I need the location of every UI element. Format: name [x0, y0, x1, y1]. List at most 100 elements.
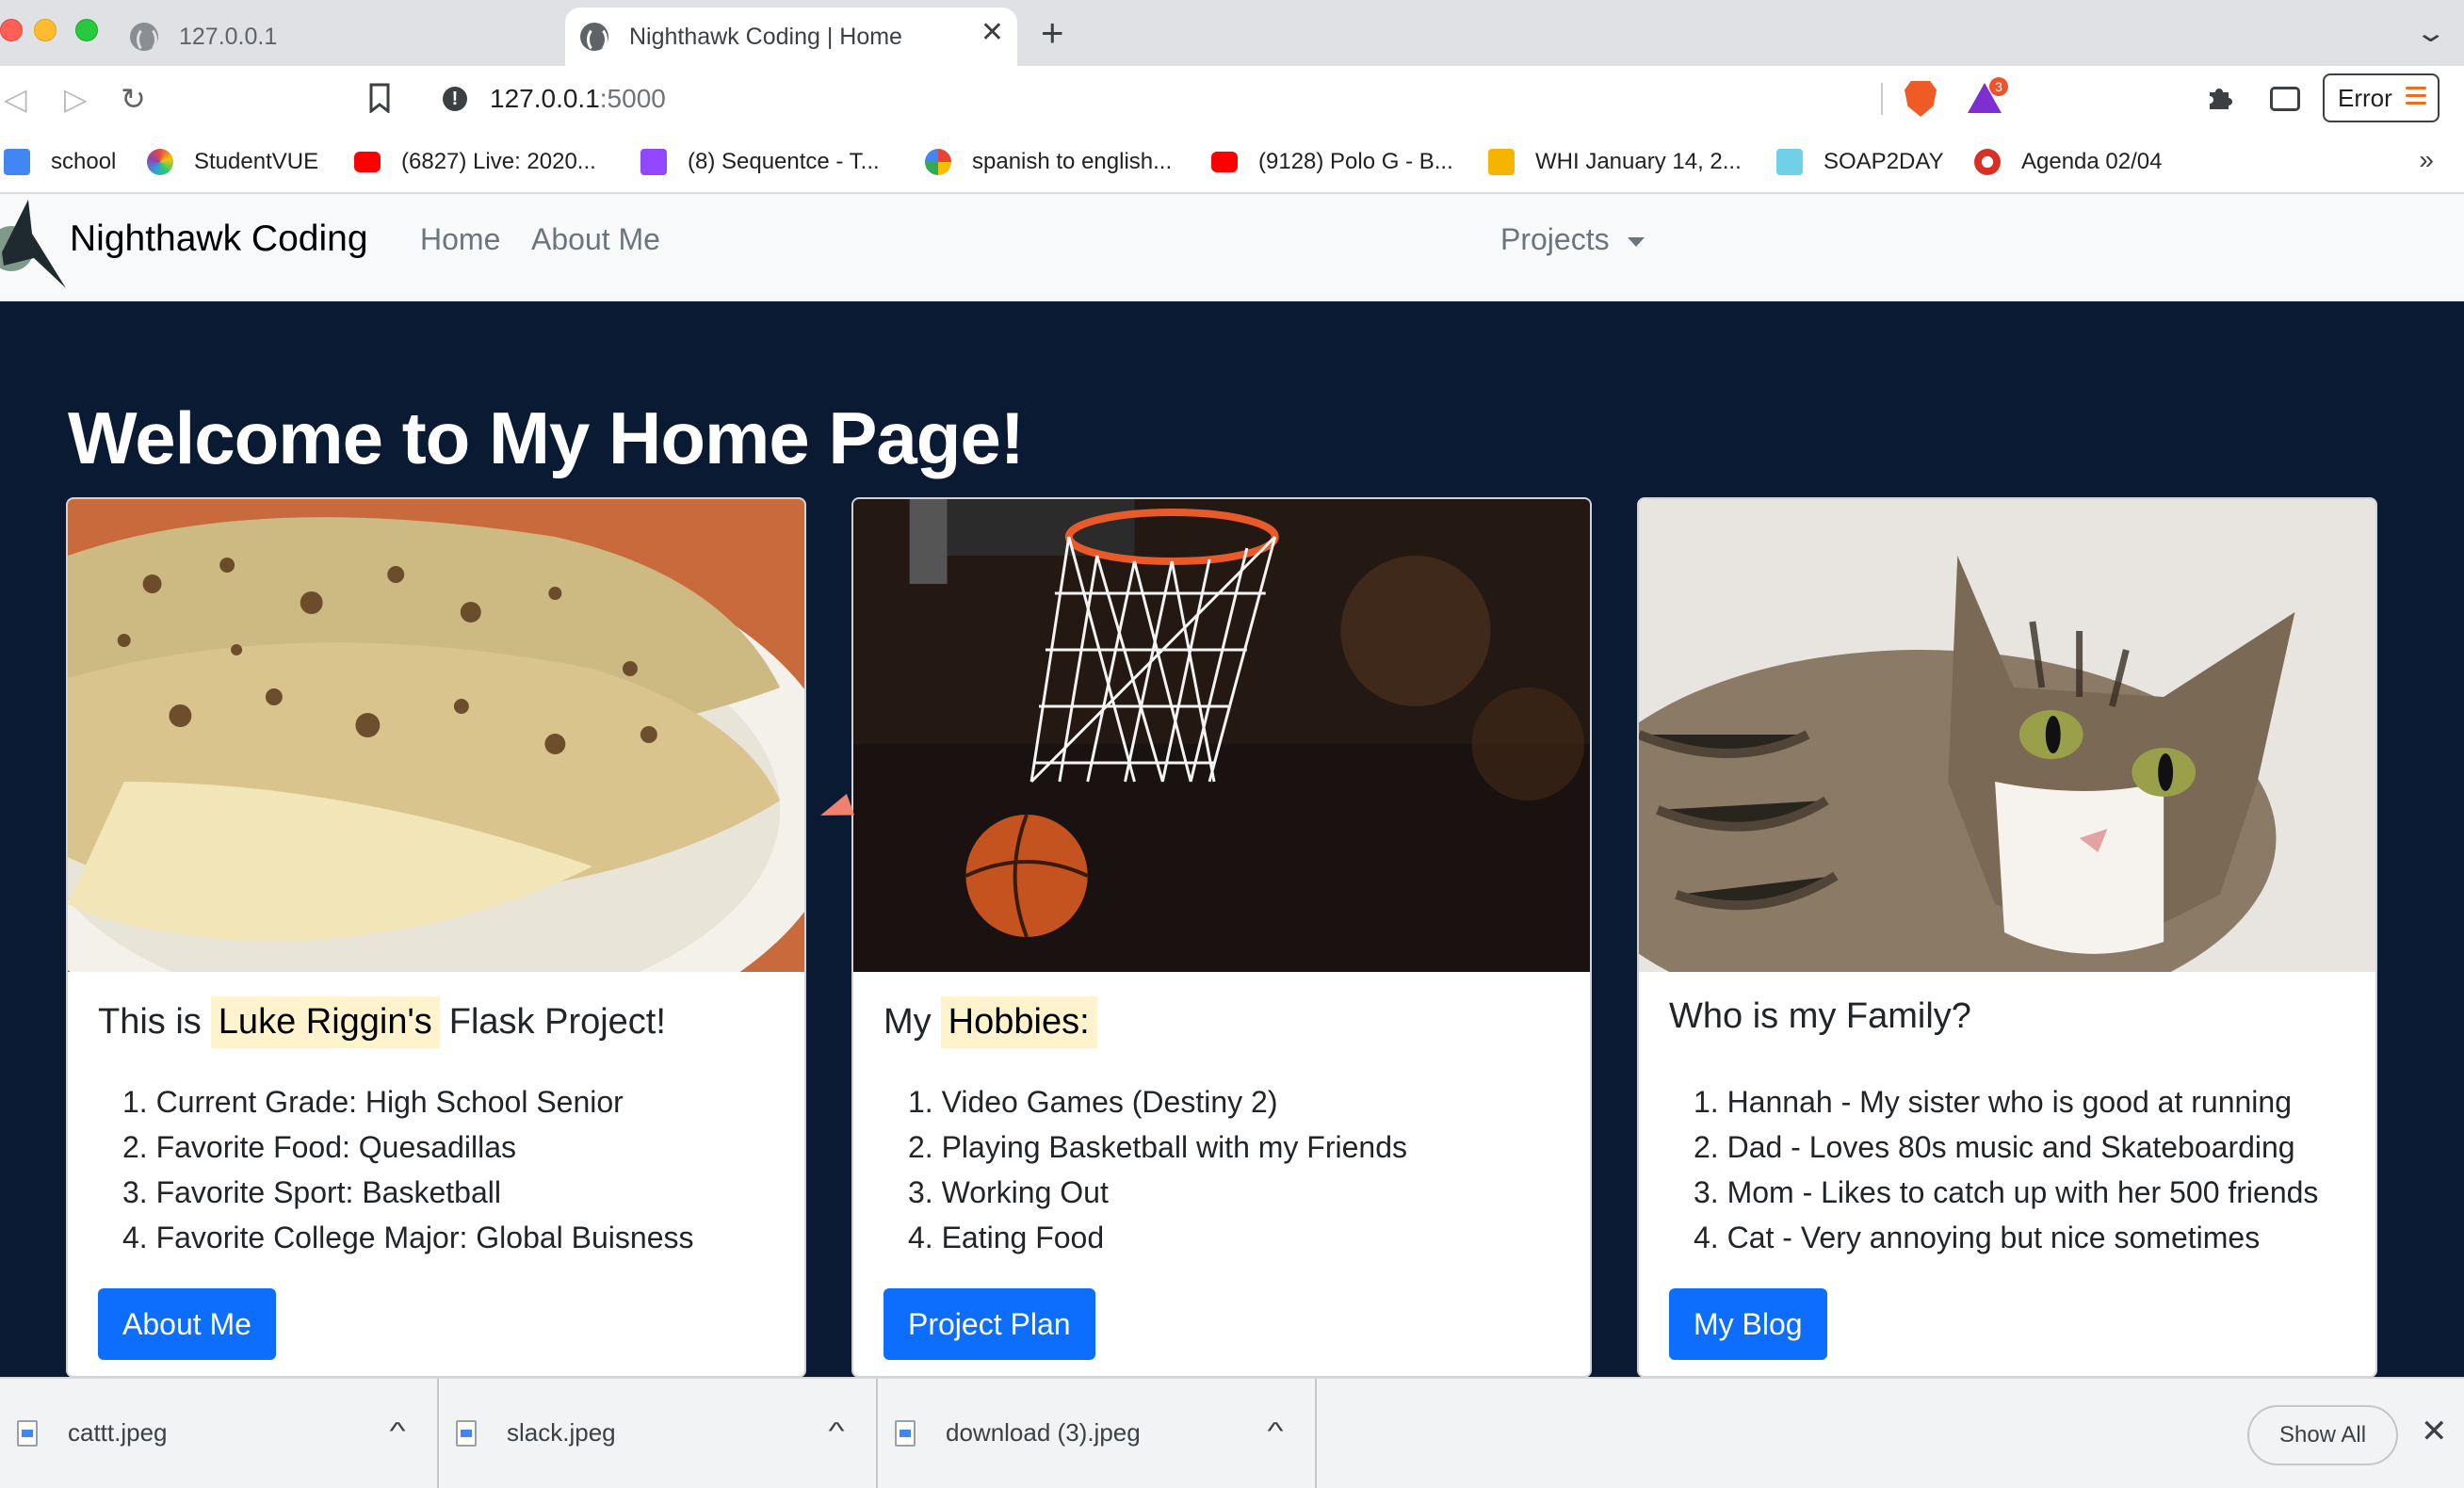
reload-icon[interactable]: ↻ [121, 83, 146, 115]
title-text: Flask Project! [448, 1002, 666, 1042]
browser-tab-bar: 127.0.0.1 Nighthawk Coding | Home ✕ + ⌄ [0, 0, 2464, 66]
project-plan-button[interactable]: Project Plan [883, 1288, 1095, 1360]
card-title: Who is my Family? [1669, 996, 1971, 1037]
list-item: 4. Favorite College Major: Global Buisne… [122, 1221, 694, 1254]
bookmark-agenda[interactable]: Agenda 02/04 [1974, 143, 2162, 181]
download-filename: slack.jpeg [507, 1418, 616, 1447]
bookmark-twitch[interactable]: (8) Sequentce - T... [640, 143, 880, 181]
list-item: 4. Cat - Very annoying but nice sometime… [1694, 1221, 2261, 1254]
title-text: Who is my Family? [1669, 996, 1971, 1036]
list-item: 3. Working Out [908, 1175, 1109, 1209]
basketball-hoop-photo [853, 499, 1590, 972]
nav-home-link[interactable]: Home [420, 222, 500, 257]
nighthawk-logo-icon[interactable] [0, 196, 68, 294]
google-icon [925, 149, 951, 175]
tab-title: 127.0.0.1 [179, 23, 278, 50]
bookmark-label: WHI January 14, 2... [1535, 149, 1742, 174]
download-filename: cattt.jpeg [68, 1418, 168, 1447]
my-blog-button[interactable]: My Blog [1669, 1288, 1827, 1360]
card-list: 1. Current Grade: High School Senior 2. … [122, 1079, 694, 1260]
twitch-icon [640, 149, 667, 175]
site-info-icon[interactable]: ! [443, 87, 467, 111]
show-all-button[interactable]: Show All [2247, 1405, 2398, 1465]
bookmark-soap2day[interactable]: SOAP2DAY [1776, 143, 1944, 181]
bookmark-youtube-live[interactable]: (6827) Live: 2020... [354, 143, 596, 181]
download-item[interactable]: download (3).jpeg ^ [878, 1379, 1317, 1488]
list-item: 1. Video Games (Destiny 2) [908, 1085, 1278, 1119]
list-item: 1. Hannah - My sister who is good at run… [1694, 1085, 2292, 1119]
agenda-icon [1974, 149, 2001, 175]
tab-127-0-0-1[interactable]: 127.0.0.1 [130, 8, 544, 66]
jpeg-file-icon [17, 1420, 38, 1447]
nav-about-link[interactable]: About Me [531, 222, 660, 257]
profile-error-button[interactable]: Error [2323, 73, 2440, 122]
cat-photo [1639, 499, 2375, 972]
list-item: 2. Dad - Loves 80s music and Skateboardi… [1694, 1130, 2295, 1164]
bookmark-google-translate[interactable]: spanish to english... [925, 143, 1172, 181]
tab-nighthawk-home[interactable]: Nighthawk Coding | Home ✕ [565, 8, 1017, 66]
chevron-up-icon[interactable]: ^ [828, 1416, 844, 1446]
page-title: Welcome to My Home Page! [68, 396, 1025, 479]
card-list: 1. Hannah - My sister who is good at run… [1694, 1079, 2318, 1260]
chevron-up-icon[interactable]: ^ [1267, 1416, 1283, 1446]
window-zoom-button[interactable] [75, 19, 98, 41]
caret-down-icon[interactable] [1628, 237, 1645, 247]
bookmark-label: school [51, 149, 117, 174]
list-item: 3. Favorite Sport: Basketball [122, 1175, 501, 1209]
download-item[interactable]: cattt.jpeg ^ [0, 1379, 439, 1488]
card-about: This is Luke Riggin's Flask Project! 1. … [66, 497, 806, 1378]
list-item: 3. Mom - Likes to catch up with her 500 … [1694, 1175, 2319, 1209]
bookmark-label: (8) Sequentce - T... [688, 149, 880, 174]
bookmark-label: spanish to english... [972, 149, 1173, 174]
google-docs-icon [4, 149, 30, 175]
download-filename: download (3).jpeg [946, 1418, 1141, 1447]
url-port: :5000 [599, 84, 666, 113]
bookmarks-overflow-icon[interactable]: » [2419, 145, 2434, 175]
brave-shields-icon[interactable] [1905, 81, 1937, 117]
new-tab-button[interactable]: + [1041, 13, 1064, 53]
site-brand[interactable]: Nighthawk Coding [70, 218, 368, 260]
bookmark-icon[interactable] [367, 83, 392, 119]
download-shelf: cattt.jpeg ^ slack.jpeg ^ download (3).j… [0, 1377, 2464, 1488]
error-label: Error [2338, 83, 2392, 112]
menu-icon [2406, 87, 2426, 109]
window-minimize-button[interactable] [34, 19, 57, 41]
youtube-icon [1211, 152, 1238, 172]
bookmark-studentvue[interactable]: StudentVUE [147, 143, 318, 181]
bookmark-school[interactable]: school [4, 143, 116, 181]
globe-icon [580, 23, 608, 51]
bookmark-label: Agenda 02/04 [2021, 149, 2163, 174]
tab-title: Nighthawk Coding | Home [629, 23, 902, 50]
bookmark-label: StudentVUE [194, 149, 319, 174]
list-item: 2. Playing Basketball with my Friends [908, 1130, 1407, 1164]
forward-arrow-icon[interactable]: ▷ [64, 83, 88, 115]
tab-search-chevron-icon[interactable]: ⌄ [2414, 17, 2447, 48]
download-item[interactable]: slack.jpeg ^ [439, 1379, 878, 1488]
card-title: My Hobbies: [883, 996, 1107, 1048]
title-text: This is [98, 1002, 202, 1042]
studentvue-icon [147, 149, 173, 175]
wallet-icon[interactable] [2270, 87, 2300, 111]
bookmarks-bar: school StudentVUE (6827) Live: 2020... (… [0, 132, 2464, 194]
card-title: This is Luke Riggin's Flask Project! [98, 996, 666, 1048]
close-icon[interactable]: ✕ [2421, 1413, 2448, 1450]
bookmark-label: (9128) Polo G - B... [1258, 149, 1453, 174]
google-slides-icon [1488, 149, 1515, 175]
omnibox-divider [1881, 83, 1883, 115]
bookmark-youtube-polo-g[interactable]: (9128) Polo G - B... [1211, 143, 1453, 181]
title-text: My [883, 1002, 932, 1042]
title-highlight: Hobbies: [940, 996, 1097, 1048]
nav-projects-dropdown[interactable]: Projects [1500, 222, 1610, 257]
bookmark-whi[interactable]: WHI January 14, 2... [1488, 143, 1742, 181]
about-me-button[interactable]: About Me [98, 1288, 276, 1360]
extensions-puzzle-icon[interactable] [2206, 83, 2234, 117]
address-bar[interactable]: ! 127.0.0.1:5000 3 [426, 73, 2018, 124]
close-tab-icon[interactable]: ✕ [981, 19, 1004, 47]
card-family: Who is my Family? 1. Hannah - My sister … [1637, 497, 2377, 1378]
back-arrow-icon[interactable]: ◁ [4, 83, 27, 115]
jpeg-file-icon [456, 1420, 477, 1447]
list-item: 4. Eating Food [908, 1221, 1105, 1254]
chevron-up-icon[interactable]: ^ [389, 1416, 405, 1446]
window-close-button[interactable] [0, 19, 23, 41]
title-highlight: Luke Riggin's [210, 996, 440, 1048]
